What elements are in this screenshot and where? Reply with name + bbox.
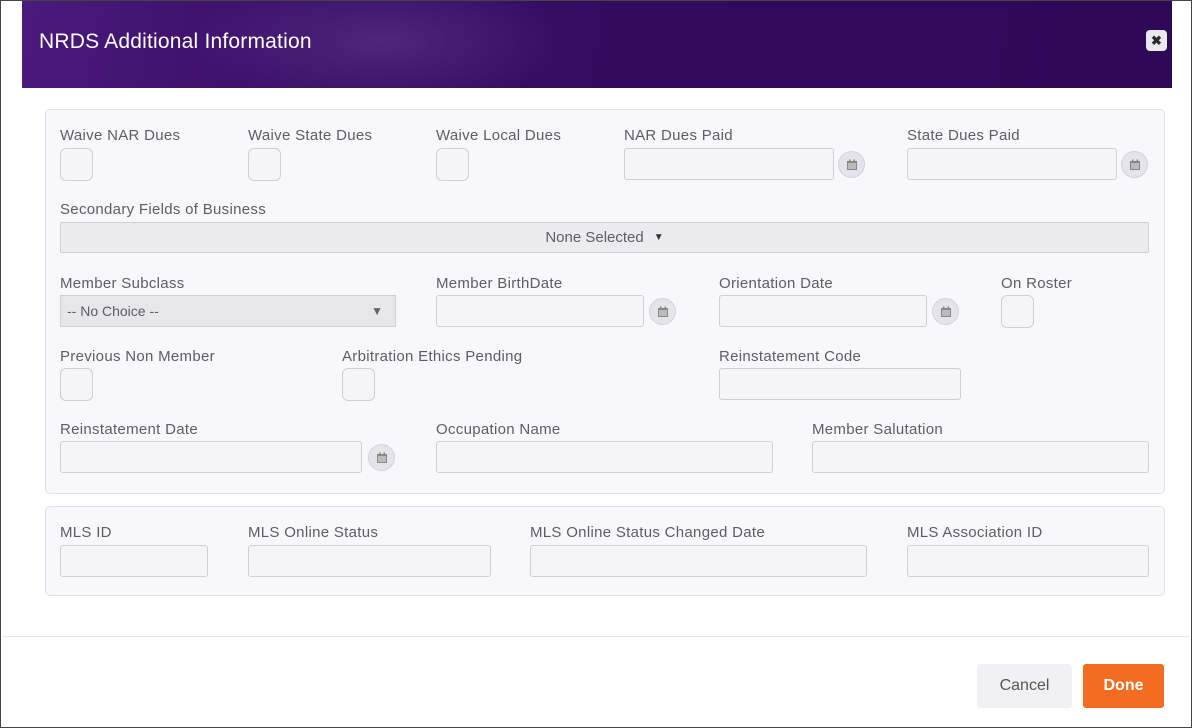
close-button[interactable]: ✖: [1146, 30, 1167, 51]
previous-non-member-label: Previous Non Member: [60, 348, 215, 365]
nar-dues-paid-label: NAR Dues Paid: [624, 127, 733, 144]
state-dues-paid-input[interactable]: [907, 148, 1117, 180]
mls-online-status-label: MLS Online Status: [248, 524, 379, 541]
nrds-dialog: NRDS Additional Information ✖ Waive NAR …: [0, 0, 1192, 728]
calendar-icon: [940, 306, 951, 317]
secondary-fields-label: Secondary Fields of Business: [60, 201, 266, 218]
waive-local-dues-label: Waive Local Dues: [436, 127, 562, 144]
mls-id-label: MLS ID: [60, 524, 112, 541]
reinstatement-code-input[interactable]: [719, 368, 961, 400]
nar-dues-paid-calendar-button[interactable]: [838, 151, 865, 178]
done-button[interactable]: Done: [1083, 664, 1164, 708]
member-subclass-value: -- No Choice --: [67, 303, 159, 319]
arbitration-ethics-pending-checkbox[interactable]: [342, 368, 375, 401]
mls-id-input[interactable]: [60, 545, 208, 577]
arbitration-ethics-pending-label: Arbitration Ethics Pending: [342, 348, 523, 365]
state-dues-paid-label: State Dues Paid: [907, 127, 1020, 144]
member-subclass-select[interactable]: -- No Choice -- ▼: [60, 295, 396, 327]
calendar-icon: [657, 306, 668, 317]
orientation-date-input[interactable]: [719, 295, 927, 327]
orientation-date-label: Orientation Date: [719, 275, 834, 292]
waive-state-dues-label: Waive State Dues: [248, 127, 373, 144]
mls-association-id-label: MLS Association ID: [907, 524, 1043, 541]
waive-nar-dues-checkbox[interactable]: [60, 148, 93, 181]
secondary-fields-value: None Selected: [545, 229, 644, 246]
member-salutation-label: Member Salutation: [812, 421, 943, 438]
secondary-fields-multiselect[interactable]: None Selected ▼: [60, 222, 1149, 253]
dropdown-arrow-icon: ▼: [371, 304, 383, 318]
dialog-header: NRDS Additional Information ✖: [22, 1, 1172, 88]
reinstatement-date-label: Reinstatement Date: [60, 421, 198, 438]
calendar-icon: [376, 452, 387, 463]
footer-divider: [2, 636, 1190, 637]
caret-down-icon: ▼: [653, 232, 664, 243]
on-roster-label: On Roster: [1001, 275, 1073, 292]
waive-local-dues-checkbox[interactable]: [436, 148, 469, 181]
cancel-button[interactable]: Cancel: [977, 664, 1072, 708]
member-salutation-input[interactable]: [812, 441, 1149, 473]
member-birthdate-calendar-button[interactable]: [649, 298, 676, 325]
mls-online-status-changed-date-input[interactable]: [530, 545, 867, 577]
occupation-name-label: Occupation Name: [436, 421, 561, 438]
mls-association-id-input[interactable]: [907, 545, 1149, 577]
state-dues-paid-calendar-button[interactable]: [1121, 151, 1148, 178]
waive-nar-dues-label: Waive NAR Dues: [60, 127, 181, 144]
member-subclass-label: Member Subclass: [60, 275, 185, 292]
waive-state-dues-checkbox[interactable]: [248, 148, 281, 181]
orientation-date-calendar-button[interactable]: [932, 298, 959, 325]
reinstatement-date-calendar-button[interactable]: [368, 444, 395, 471]
calendar-icon: [846, 159, 857, 170]
reinstatement-date-input[interactable]: [60, 441, 362, 473]
calendar-icon: [1129, 159, 1140, 170]
mls-online-status-changed-date-label: MLS Online Status Changed Date: [530, 524, 765, 541]
mls-online-status-input[interactable]: [248, 545, 491, 577]
occupation-name-input[interactable]: [436, 441, 773, 473]
dialog-title: NRDS Additional Information: [39, 30, 312, 53]
on-roster-checkbox[interactable]: [1001, 295, 1034, 328]
close-icon: ✖: [1151, 32, 1162, 48]
member-birthdate-label: Member BirthDate: [436, 275, 563, 292]
member-birthdate-input[interactable]: [436, 295, 644, 327]
previous-non-member-checkbox[interactable]: [60, 368, 93, 401]
reinstatement-code-label: Reinstatement Code: [719, 348, 862, 365]
nar-dues-paid-input[interactable]: [624, 148, 834, 180]
